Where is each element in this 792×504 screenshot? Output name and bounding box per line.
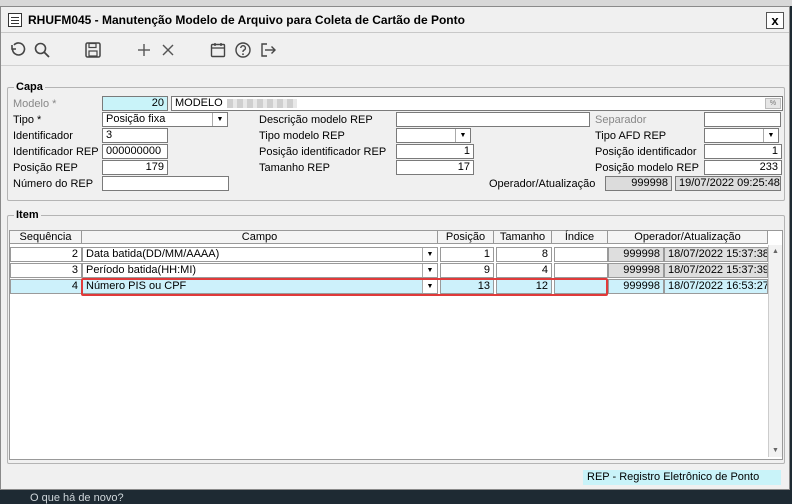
items-table: Sequência Campo Posição Tamanho Índice O…: [9, 230, 783, 460]
table-row-seq[interactable]: 2: [10, 247, 82, 262]
table-row-tamanho[interactable]: 12: [496, 279, 552, 294]
save-icon[interactable]: [83, 40, 103, 60]
descricao-modelo-input[interactable]: [396, 112, 590, 127]
table-row-data: 18/07/2022 15:37:39: [664, 263, 768, 278]
tipo-value: Posição fixa: [106, 113, 166, 125]
title-bar: RHUFM045 - Manutenção Modelo de Arquivo …: [1, 7, 789, 33]
item-legend: Item: [16, 209, 39, 221]
identificador-label: Identificador: [13, 130, 73, 142]
pos-identificador-label: Posição identificador: [595, 146, 697, 158]
header-indice[interactable]: Índice: [552, 231, 608, 244]
pos-identificador-input[interactable]: 1: [704, 144, 782, 159]
separador-input[interactable]: [704, 112, 781, 127]
tipo-afd-label: Tipo AFD REP: [595, 130, 667, 142]
tipo-modelo-label: Tipo modelo REP: [259, 130, 345, 142]
exit-icon[interactable]: [258, 40, 278, 60]
background-text: O que há de novo?: [30, 492, 124, 504]
header-tamanho[interactable]: Tamanho: [494, 231, 552, 244]
table-row-posicao[interactable]: 13: [440, 279, 494, 294]
chevron-down-icon[interactable]: ▼: [212, 113, 227, 126]
toolbar: [1, 34, 789, 66]
chevron-down-icon[interactable]: ▼: [455, 129, 470, 142]
campo-value: Número PIS ou CPF: [86, 280, 187, 292]
chevron-down-icon[interactable]: ▼: [422, 248, 437, 261]
help-icon[interactable]: [233, 40, 253, 60]
vertical-scrollbar[interactable]: ▲ ▼: [768, 245, 782, 457]
modelo-description-field: MODELO%: [171, 96, 783, 111]
table-row-posicao[interactable]: 1: [440, 247, 494, 262]
zoom-icon[interactable]: %: [765, 98, 781, 109]
table-row-data: 18/07/2022 16:53:27: [664, 279, 768, 294]
table-row-seq[interactable]: 3: [10, 263, 82, 278]
close-button[interactable]: x: [766, 12, 784, 29]
table-row-operador: 999998: [608, 279, 664, 294]
table-row-indice[interactable]: [554, 279, 608, 294]
tipo-modelo-select[interactable]: ▼: [396, 128, 471, 143]
identificador-input[interactable]: 3: [102, 128, 168, 143]
pos-modelo-input[interactable]: 233: [704, 160, 782, 175]
header-sequencia[interactable]: Sequência: [10, 231, 82, 244]
capa-legend: Capa: [16, 81, 43, 93]
operador-label: Operador/Atualização: [489, 178, 596, 190]
calendar-icon[interactable]: [208, 40, 228, 60]
chevron-down-icon[interactable]: ▼: [422, 264, 437, 277]
numero-rep-label: Número do REP: [13, 178, 94, 190]
redacted-blur: [226, 98, 297, 108]
posicao-rep-input[interactable]: 179: [102, 160, 168, 175]
delete-icon[interactable]: [158, 40, 178, 60]
posicao-rep-label: Posição REP: [13, 162, 78, 174]
table-row-tamanho[interactable]: 8: [496, 247, 552, 262]
table-row-campo[interactable]: Data batida(DD/MM/AAAA) ▼: [82, 247, 438, 262]
form-icon: [8, 13, 22, 27]
header-operador[interactable]: Operador/Atualização: [608, 231, 768, 244]
table-row-operador: 999998: [608, 247, 664, 262]
modelo-label: Modelo *: [13, 98, 57, 110]
chevron-down-icon[interactable]: ▼: [422, 280, 437, 293]
table-row-seq[interactable]: 4: [10, 279, 82, 294]
modelo-description-text: MODELO: [175, 97, 223, 109]
descricao-modelo-label: Descrição modelo REP: [259, 114, 373, 126]
header-posicao[interactable]: Posição: [438, 231, 494, 244]
separador-label: Separador: [595, 114, 647, 126]
campo-value: Período batida(HH:MI): [86, 264, 197, 276]
table-row-data: 18/07/2022 15:37:38: [664, 247, 768, 262]
campo-value: Data batida(DD/MM/AAAA): [86, 248, 220, 260]
undo-icon[interactable]: [7, 40, 27, 60]
status-bar: REP - Registro Eletrônico de Ponto: [583, 470, 781, 485]
tipo-select[interactable]: Posição fixa ▼: [102, 112, 228, 127]
pos-identificador-rep-input[interactable]: 1: [396, 144, 474, 159]
operador-value: 999998: [605, 176, 672, 191]
window-title: RHUFM045 - Manutenção Modelo de Arquivo …: [28, 13, 465, 27]
identificador-rep-label: Identificador REP: [13, 146, 99, 158]
identificador-rep-input[interactable]: 000000000: [102, 144, 168, 159]
header-campo[interactable]: Campo: [82, 231, 438, 244]
tipo-label: Tipo *: [13, 114, 42, 126]
table-row-indice[interactable]: [554, 247, 608, 262]
table-row-campo[interactable]: Período batida(HH:MI) ▼: [82, 263, 438, 278]
add-icon[interactable]: [134, 40, 154, 60]
search-icon[interactable]: [32, 40, 52, 60]
modelo-input[interactable]: 20: [102, 96, 168, 111]
table-row-indice[interactable]: [554, 263, 608, 278]
chevron-down-icon[interactable]: ▼: [763, 129, 778, 142]
scroll-up-icon[interactable]: ▲: [769, 245, 782, 258]
table-row-operador: 999998: [608, 263, 664, 278]
main-window: RHUFM045 - Manutenção Modelo de Arquivo …: [0, 6, 790, 490]
table-row-tamanho[interactable]: 4: [496, 263, 552, 278]
pos-identificador-rep-label: Posição identificador REP: [259, 146, 387, 158]
numero-rep-input[interactable]: [102, 176, 229, 191]
atualizacao-value: 19/07/2022 09:25:48: [675, 176, 781, 191]
pos-modelo-label: Posição modelo REP: [595, 162, 699, 174]
table-row-campo[interactable]: Número PIS ou CPF ▼: [82, 279, 438, 294]
scroll-down-icon[interactable]: ▼: [769, 444, 782, 457]
tamanho-rep-label: Tamanho REP: [259, 162, 330, 174]
tamanho-rep-input[interactable]: 17: [396, 160, 474, 175]
tipo-afd-select[interactable]: ▼: [704, 128, 779, 143]
table-row-posicao[interactable]: 9: [440, 263, 494, 278]
